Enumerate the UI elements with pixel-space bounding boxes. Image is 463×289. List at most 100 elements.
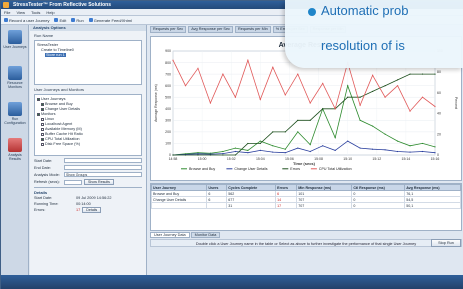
nav-label: Analysis Results — [8, 153, 22, 161]
tab-monitor-data[interactable]: Monitor Data — [190, 232, 221, 238]
nav-run-configuration[interactable]: Run Configuration — [3, 101, 27, 131]
data-point — [184, 154, 187, 156]
x-tick-label: 15:00 — [198, 157, 207, 161]
check-label: CPU Total Utilization — [45, 137, 80, 141]
journeys-label: User Journeys and Monitors — [34, 87, 85, 92]
data-point — [272, 151, 274, 153]
errors-details-button[interactable]: Details — [82, 207, 102, 213]
stop-run-button[interactable]: Stop Run — [431, 239, 461, 247]
x-tick-label: 15:08 — [314, 157, 323, 161]
refresh-row: Refresh (secs): Show Results — [34, 179, 142, 185]
data-point — [322, 108, 324, 110]
menu-tools[interactable]: Tools — [31, 9, 40, 15]
window-title: StressTester™ From Reflective Solutions — [13, 2, 111, 8]
data-point — [272, 145, 274, 147]
tab-avg-response[interactable]: Avg Response per Sec — [188, 26, 233, 33]
legend-entry: Browse and Buy — [189, 167, 215, 171]
checkbox[interactable] — [41, 132, 44, 136]
config-icon — [8, 102, 22, 116]
show-results-button[interactable]: Show Results — [84, 179, 114, 185]
data-point — [309, 119, 311, 121]
check-label: Linux — [45, 117, 55, 121]
checkbox[interactable] — [41, 107, 44, 111]
y2-tick-label: 40 — [437, 112, 441, 116]
data-point — [359, 104, 361, 106]
nav-resource-monitors[interactable]: Resource Monitors — [3, 65, 27, 95]
checkbox[interactable] — [41, 137, 44, 141]
data-point — [384, 85, 386, 87]
errors-label: Errors: — [34, 208, 46, 212]
checkbox[interactable] — [37, 112, 40, 116]
data-point — [197, 154, 199, 156]
left-nav: User Journeys Resource Monitors Run Conf… — [1, 25, 29, 275]
checkbox[interactable] — [41, 122, 44, 126]
tab-requests-per-min[interactable]: Requests per Min — [234, 26, 271, 33]
y-tick-label: 600 — [165, 84, 171, 88]
menu-help[interactable]: Help — [46, 9, 54, 15]
data-point — [247, 149, 249, 151]
data-point — [284, 152, 286, 154]
menu-view[interactable]: View — [16, 9, 25, 15]
journey-check-item[interactable]: Disk Free Space (%) — [37, 142, 139, 147]
data-point — [359, 119, 361, 121]
table-cell — [206, 202, 228, 209]
run-name-label: Run Name — [34, 33, 54, 38]
nav-user-journeys[interactable]: User Journeys — [3, 29, 27, 59]
data-point — [247, 142, 249, 145]
y-tick-label: 300 — [165, 119, 171, 123]
data-point — [384, 149, 386, 151]
record-journey-button[interactable]: Record a user Journey — [4, 18, 49, 23]
data-point — [222, 73, 224, 75]
feed-icon — [88, 18, 93, 22]
edit-button[interactable]: Edit — [54, 18, 66, 23]
checkbox[interactable] — [37, 97, 40, 101]
run-tree[interactable]: StressTester Create to Timeline0 Store r… — [34, 40, 142, 85]
data-point — [409, 151, 411, 153]
table-row[interactable]: 31 17 707 0 50,1 — [150, 202, 461, 209]
analysis-mode-select[interactable]: Show Groups — [64, 172, 142, 177]
details-section: Details Start Date: 09 Jul 2009 14:56:22 … — [34, 187, 142, 213]
y-tick-label: 800 — [165, 61, 171, 65]
data-point — [409, 73, 411, 75]
checkbox[interactable] — [41, 102, 44, 106]
generate-feed-button[interactable]: Generate Feed/Xhtml — [88, 18, 132, 23]
analysis-icon — [8, 138, 22, 152]
refresh-field[interactable] — [64, 179, 82, 185]
check-label: Change User Details — [45, 107, 81, 111]
checkbox[interactable] — [41, 117, 44, 121]
menu-file[interactable]: File — [4, 9, 10, 15]
checkbox[interactable] — [41, 127, 44, 131]
checkbox[interactable] — [41, 142, 44, 146]
analysis-label: Analysis Mode: — [34, 172, 60, 177]
x-axis-label: Time (secs) — [293, 161, 316, 166]
bullet-icon — [308, 8, 316, 16]
check-label: Available Memory (M) — [45, 127, 82, 131]
data-point — [272, 131, 274, 133]
tab-user-journey-data[interactable]: User Journey Data — [150, 232, 190, 238]
start-date-field[interactable] — [64, 158, 142, 163]
end-date-field[interactable] — [64, 165, 142, 170]
data-point — [421, 73, 424, 75]
data-point — [359, 96, 361, 98]
end-label: End Date: — [34, 165, 51, 170]
run-button[interactable]: Run — [71, 17, 84, 23]
run-label: Run — [76, 17, 84, 23]
data-point — [359, 147, 361, 149]
data-point — [197, 153, 199, 155]
journeys-icon — [8, 30, 22, 44]
data-point — [297, 131, 299, 133]
data-point — [409, 145, 411, 147]
tab-requests-per-sec[interactable]: Requests per Sec — [150, 26, 187, 33]
data-point — [421, 96, 424, 98]
nav-analysis-results[interactable]: Analysis Results — [3, 137, 27, 167]
status-bar — [1, 275, 463, 289]
end-date-row: End Date: — [34, 165, 142, 170]
tree-item-selected[interactable]: Store run 1 — [45, 53, 66, 57]
data-point — [234, 154, 236, 156]
data-point — [434, 105, 436, 108]
data-point — [396, 85, 399, 87]
x-tick-label: 15:12 — [372, 157, 381, 161]
data-point — [222, 150, 224, 153]
data-point — [297, 73, 299, 75]
check-label: Monitors — [41, 112, 56, 116]
